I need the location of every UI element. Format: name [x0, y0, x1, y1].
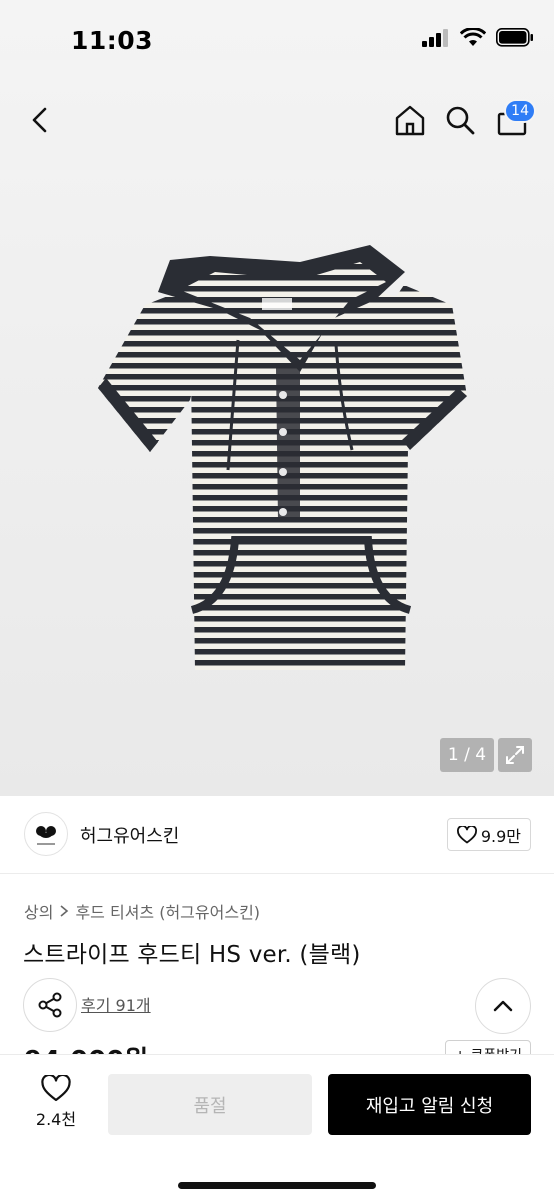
- heart-icon: [41, 1075, 71, 1102]
- reviews-link[interactable]: 후기 91개: [81, 992, 151, 1016]
- cart-count-badge: 14: [504, 99, 536, 123]
- brand-like-button[interactable]: 9.9만: [446, 818, 531, 851]
- top-navigation: 14: [0, 95, 554, 147]
- chevron-left-icon: [32, 107, 47, 133]
- share-icon: [38, 992, 62, 1018]
- expand-image-button[interactable]: [498, 738, 532, 772]
- status-bar: 11:03: [0, 0, 554, 84]
- home-icon: [395, 105, 425, 136]
- restock-notify-button[interactable]: 재입고 알림 신청: [328, 1074, 531, 1135]
- breadcrumb-subcategory[interactable]: 후드 티셔츠 (허그유어스킨): [75, 899, 260, 923]
- search-button[interactable]: [438, 95, 482, 145]
- search-icon: [446, 106, 475, 135]
- cart-button[interactable]: 14: [490, 95, 536, 145]
- product-price: 94,000원: [24, 1040, 148, 1054]
- breadcrumb-category[interactable]: 상의: [24, 899, 53, 923]
- brand-like-count: 9.9만: [480, 826, 521, 846]
- coupon-button[interactable]: + 쿠폰받기: [445, 1040, 531, 1054]
- expand-icon: [506, 746, 524, 764]
- battery-icon: [496, 28, 533, 47]
- chevron-up-icon: [493, 1000, 513, 1012]
- brand-name[interactable]: 허그유어스킨: [80, 822, 179, 848]
- scroll-to-top-button[interactable]: [475, 978, 531, 1034]
- price-row: 94,000원 + 쿠폰받기: [0, 1036, 554, 1054]
- back-button[interactable]: [18, 95, 62, 145]
- share-button[interactable]: [23, 978, 77, 1032]
- wishlist-button[interactable]: 2.4천: [22, 1075, 90, 1135]
- chevron-right-icon: [60, 905, 69, 917]
- wifi-icon: [460, 28, 486, 46]
- brand-logo[interactable]: [24, 812, 68, 856]
- home-indicator: [178, 1182, 376, 1189]
- product-title: 스트라이프 후드티 HS ver. (블랙): [23, 942, 361, 968]
- home-button[interactable]: [388, 95, 432, 145]
- status-time: 11:03: [71, 26, 154, 55]
- wishlist-count: 2.4천: [35, 1110, 77, 1129]
- signal-icon: [422, 28, 448, 47]
- bottom-action-bar: 2.4천 품절 재입고 알림 신청: [0, 1054, 554, 1200]
- soldout-button: 품절: [108, 1074, 312, 1135]
- heart-icon: [456, 825, 477, 843]
- brand-row[interactable]: 허그유어스킨 9.9만: [0, 796, 554, 874]
- status-icons: [422, 28, 534, 47]
- product-image-gallery[interactable]: 11:03 14 1 / 4: [0, 0, 554, 796]
- breadcrumb: 상의 후드 티셔츠 (허그유어스킨): [24, 899, 260, 923]
- brand-logo-image: [36, 826, 56, 845]
- image-page-indicator: 1 / 4: [440, 738, 494, 772]
